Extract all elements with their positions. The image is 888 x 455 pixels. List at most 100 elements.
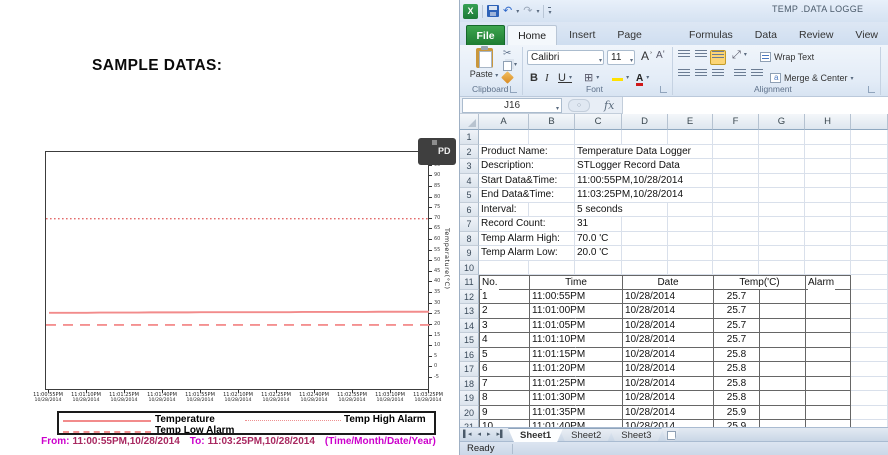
cell-H13[interactable] [805, 304, 851, 319]
bold-button[interactable]: B [530, 71, 538, 85]
cell-G10[interactable] [759, 261, 805, 276]
column-header-C[interactable]: C [575, 114, 622, 130]
fill-color-icon[interactable]: ▾ [612, 71, 629, 85]
cell-I10[interactable] [851, 261, 888, 276]
cell-I17[interactable] [851, 362, 888, 377]
row-header-10[interactable]: 10 [460, 261, 479, 276]
row-header-2[interactable]: 2 [460, 145, 479, 160]
cell-B18[interactable]: 11:01:25PM [529, 377, 575, 392]
cell-G13[interactable] [759, 304, 805, 319]
cell-F1[interactable] [713, 130, 759, 145]
decrease-indent-icon[interactable] [732, 69, 748, 84]
shrink-font-button[interactable]: Aʽ [656, 49, 665, 63]
cell-H8[interactable] [805, 232, 851, 247]
save-icon[interactable] [487, 5, 499, 17]
cell-C2[interactable]: Temperature Data Logger [575, 145, 622, 160]
ribbon-tab-data[interactable]: Data [745, 25, 787, 45]
cell-G2[interactable] [759, 145, 805, 160]
cell-D6[interactable] [622, 203, 668, 218]
cell-D11[interactable]: Date [622, 275, 713, 290]
row-header-13[interactable]: 13 [460, 304, 479, 319]
cell-A8[interactable]: Temp Alarm High: [479, 232, 529, 247]
cell-H18[interactable] [805, 377, 851, 392]
first-sheet-icon[interactable]: ▌◂ [460, 428, 474, 441]
row-header-20[interactable]: 20 [460, 406, 479, 421]
cell-I15[interactable] [851, 333, 888, 348]
cell-A10[interactable] [479, 261, 529, 276]
row-header-19[interactable]: 19 [460, 391, 479, 406]
cell-D18[interactable]: 10/28/2014 [622, 377, 668, 392]
ribbon-tab-review[interactable]: Review [789, 25, 843, 45]
cell-B10[interactable] [529, 261, 575, 276]
cell-A9[interactable]: Temp Alarm Low: [479, 246, 529, 261]
redo-dropdown-icon[interactable]: ▾ [536, 8, 539, 15]
cell-G1[interactable] [759, 130, 805, 145]
cell-I1[interactable] [851, 130, 888, 145]
cell-H14[interactable] [805, 319, 851, 334]
column-header-B[interactable]: B [529, 114, 575, 130]
ribbon-tab-home[interactable]: Home [507, 25, 557, 45]
cell-H16[interactable] [805, 348, 851, 363]
cell-H2[interactable] [805, 145, 851, 160]
borders-icon[interactable]: ⊞ ▾ [584, 71, 599, 85]
cell-A14[interactable]: 3 [479, 319, 529, 334]
cell-F3[interactable] [713, 159, 759, 174]
cell-H3[interactable] [805, 159, 851, 174]
cell-D17[interactable]: 10/28/2014 [622, 362, 668, 377]
redo-icon[interactable]: ↷ [523, 6, 532, 17]
cell-F7[interactable] [713, 217, 759, 232]
underline-button[interactable]: U ▾ [558, 71, 572, 85]
cell-C3[interactable]: STLogger Record Data [575, 159, 622, 174]
cell-G16[interactable] [759, 348, 805, 363]
column-header-D[interactable]: D [622, 114, 668, 130]
cell-C6[interactable]: 5 seconds [575, 203, 622, 218]
row-header-3[interactable]: 3 [460, 159, 479, 174]
cell-B1[interactable] [529, 130, 575, 145]
cut-icon[interactable]: ✂ [503, 49, 511, 59]
cell-H17[interactable] [805, 362, 851, 377]
cell-D13[interactable]: 10/28/2014 [622, 304, 668, 319]
cell-G20[interactable] [759, 406, 805, 421]
grow-font-button[interactable]: Aʾ [641, 49, 653, 63]
cell-A15[interactable]: 4 [479, 333, 529, 348]
cell-A19[interactable]: 8 [479, 391, 529, 406]
cell-H12[interactable] [805, 290, 851, 305]
cell-D9[interactable] [622, 246, 668, 261]
cell-I19[interactable] [851, 391, 888, 406]
cell-B13[interactable]: 11:01:00PM [529, 304, 575, 319]
row-header-6[interactable]: 6 [460, 203, 479, 218]
cell-C9[interactable]: 20.0 'C [575, 246, 622, 261]
ribbon-tab-insert[interactable]: Insert [559, 25, 605, 45]
align-top-icon[interactable] [676, 50, 692, 65]
row-header-17[interactable]: 17 [460, 362, 479, 377]
cell-A16[interactable]: 5 [479, 348, 529, 363]
cell-G3[interactable] [759, 159, 805, 174]
row-header-14[interactable]: 14 [460, 319, 479, 334]
cell-C8[interactable]: 70.0 'C [575, 232, 622, 247]
row-header-12[interactable]: 12 [460, 290, 479, 305]
cell-C7[interactable]: 31 [575, 217, 622, 232]
sheet-tab-sheet2[interactable]: Sheet2 [559, 428, 613, 442]
column-header-G[interactable]: G [759, 114, 805, 130]
font-color-icon[interactable]: A ▾ [636, 71, 649, 86]
row-header-15[interactable]: 15 [460, 333, 479, 348]
row-header-7[interactable]: 7 [460, 217, 479, 232]
row-header-9[interactable]: 9 [460, 246, 479, 261]
font-name-select[interactable]: Calibri▾ [527, 50, 604, 65]
cell-F9[interactable] [713, 246, 759, 261]
formula-input[interactable] [622, 97, 888, 114]
undo-icon[interactable]: ↶ [503, 6, 512, 17]
cell-D19[interactable]: 10/28/2014 [622, 391, 668, 406]
italic-button[interactable]: I [545, 71, 549, 85]
cell-F4[interactable] [713, 174, 759, 189]
cell-F16[interactable]: 25.8 [713, 348, 759, 363]
cell-D15[interactable]: 10/28/2014 [622, 333, 668, 348]
cell-D7[interactable] [622, 217, 668, 232]
align-middle-icon[interactable] [693, 50, 709, 65]
insert-function-icon[interactable]: fx [604, 99, 614, 112]
cell-A21[interactable]: 10 [479, 420, 529, 427]
column-header-H[interactable]: H [805, 114, 851, 130]
cell-G5[interactable] [759, 188, 805, 203]
next-sheet-icon[interactable]: ▸ [484, 428, 494, 441]
cell-C5[interactable]: 11:03:25PM,10/28/2014 [575, 188, 622, 203]
